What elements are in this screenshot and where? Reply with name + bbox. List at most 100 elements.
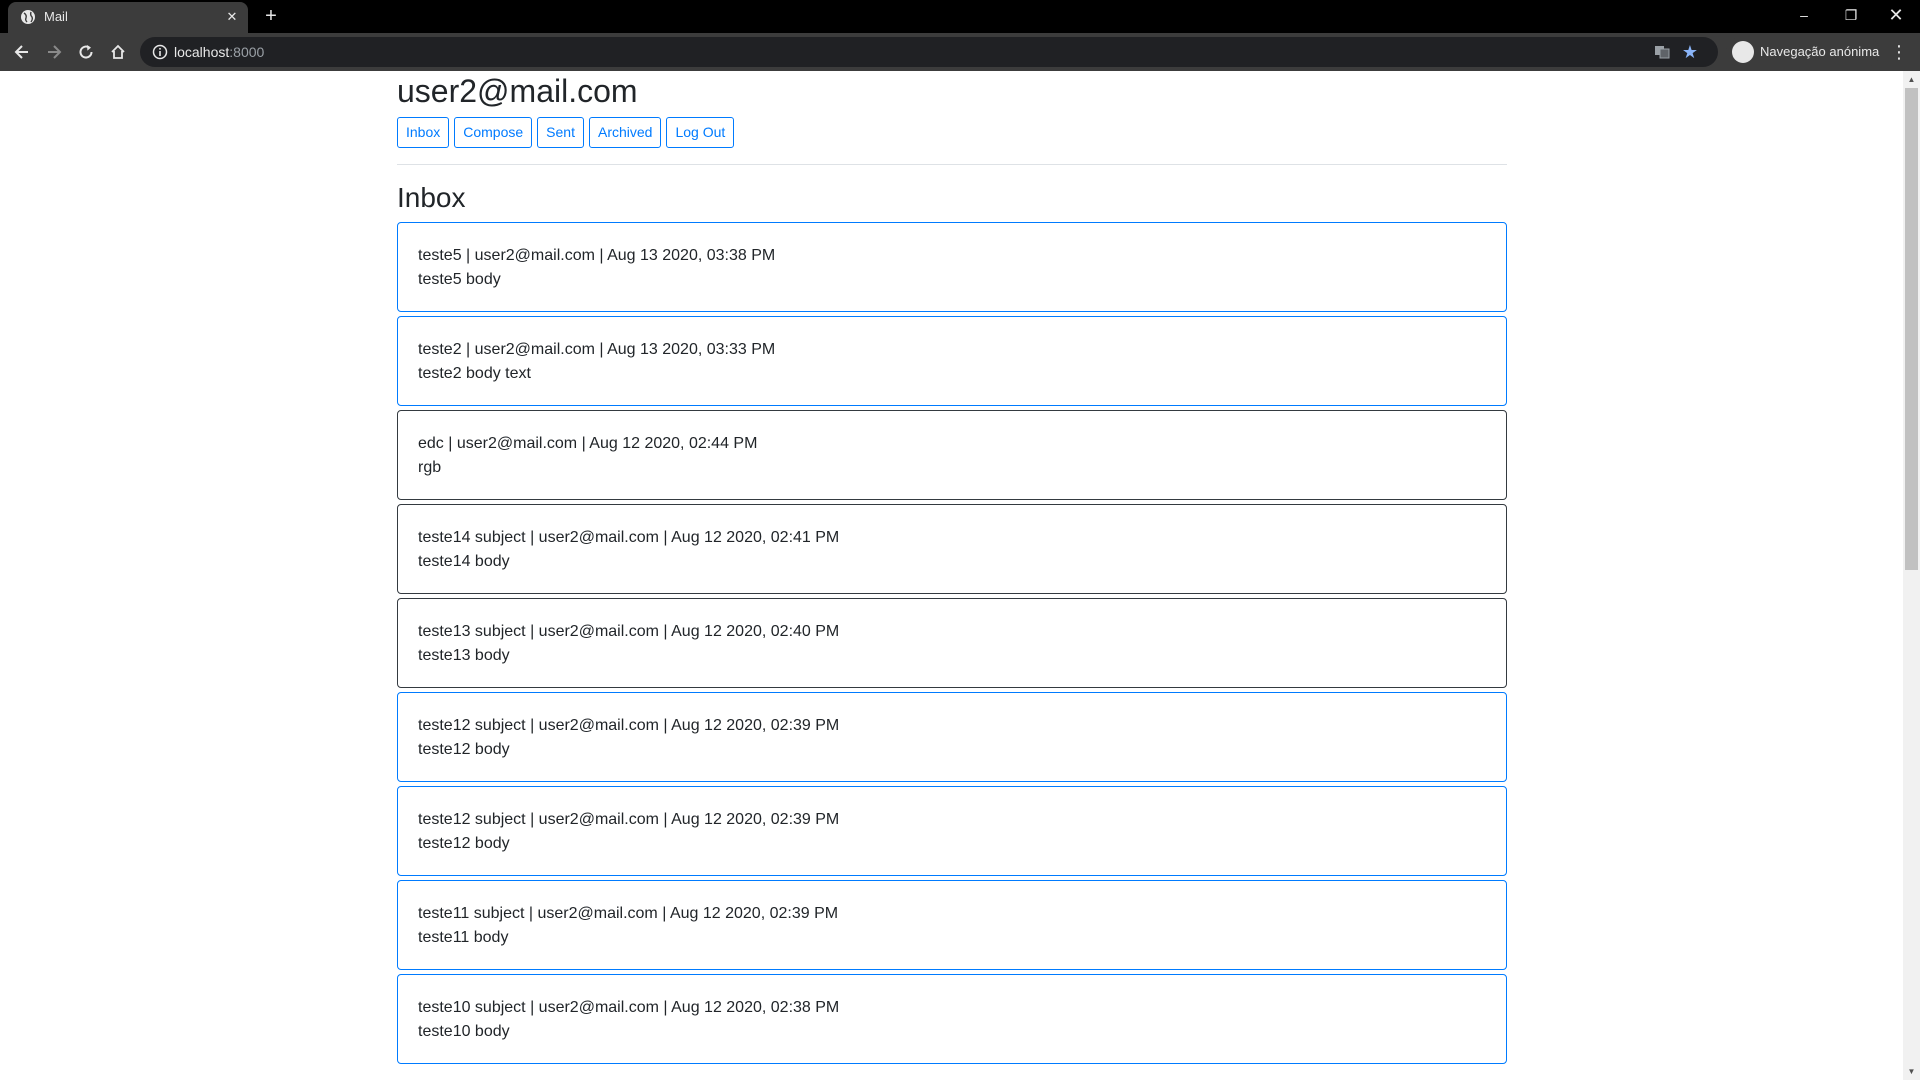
user-email-heading: user2@mail.com (397, 73, 638, 109)
email-timestamp: Aug 12 2020, 02:39 PM (671, 811, 840, 828)
scroll-down-icon[interactable]: ▼ (1903, 1063, 1920, 1080)
email-item[interactable]: teste11 subject | user2@mail.com | Aug 1… (397, 880, 1507, 970)
browser-toolbar: localhost:8000 ★ Navegação anónima ⋮ (0, 33, 1920, 71)
separator: | (657, 905, 670, 922)
incognito-icon (1732, 41, 1754, 63)
email-body: teste2 body text (418, 365, 531, 382)
email-header: edc | user2@mail.com | Aug 12 2020, 02:4… (418, 435, 757, 453)
new-tab-icon[interactable]: + (258, 4, 284, 30)
sent-button[interactable]: Sent (537, 117, 584, 148)
email-header: teste13 subject | user2@mail.com | Aug 1… (418, 623, 839, 641)
email-subject: teste11 subject (418, 905, 525, 922)
email-item[interactable]: teste12 subject | user2@mail.com | Aug 1… (397, 692, 1507, 782)
url-text: localhost:8000 (174, 44, 264, 60)
email-subject: edc (418, 435, 444, 452)
separator: | (594, 247, 608, 264)
home-icon[interactable] (104, 38, 132, 66)
email-timestamp: Aug 12 2020, 02:40 PM (671, 623, 840, 640)
email-subject: teste12 subject (418, 717, 526, 734)
url-port: :8000 (229, 44, 265, 60)
back-icon[interactable] (8, 38, 36, 66)
email-subject: teste12 subject (418, 811, 526, 828)
email-subject: teste10 subject (418, 999, 526, 1016)
minimize-icon[interactable]: – (1782, 0, 1826, 30)
email-item[interactable]: teste14 subject | user2@mail.com | Aug 1… (397, 504, 1507, 594)
separator: | (525, 529, 539, 546)
email-body: teste13 body (418, 647, 510, 664)
email-header: teste12 subject | user2@mail.com | Aug 1… (418, 717, 839, 735)
email-subject: teste14 subject (418, 529, 526, 546)
email-header: teste11 subject | user2@mail.com | Aug 1… (418, 905, 838, 923)
separator: | (525, 999, 539, 1016)
restore-icon[interactable]: ❐ (1829, 0, 1873, 30)
separator: | (525, 623, 539, 640)
forward-icon[interactable] (40, 38, 68, 66)
email-timestamp: Aug 13 2020, 03:38 PM (607, 247, 776, 264)
email-subject: teste2 (418, 341, 462, 358)
email-item[interactable]: teste13 subject | user2@mail.com | Aug 1… (397, 598, 1507, 688)
page-viewport: user2@mail.com Inbox Compose Sent Archiv… (0, 71, 1903, 1080)
divider (397, 164, 1507, 165)
email-timestamp: Aug 12 2020, 02:38 PM (671, 999, 840, 1016)
email-header: teste5 | user2@mail.com | Aug 13 2020, 0… (418, 247, 775, 265)
email-item[interactable]: teste10 subject | user2@mail.com | Aug 1… (397, 974, 1507, 1064)
url-host: localhost (174, 44, 230, 60)
compose-button[interactable]: Compose (454, 117, 533, 148)
close-tab-icon[interactable]: ✕ (222, 7, 242, 27)
separator: | (461, 247, 475, 264)
bookmark-star-icon[interactable]: ★ (1680, 42, 1700, 62)
inbox-button[interactable]: Inbox (397, 117, 450, 148)
separator: | (525, 811, 539, 828)
email-subject: teste13 subject (418, 623, 526, 640)
close-window-icon[interactable]: ✕ (1874, 0, 1918, 30)
email-sender: user2@mail.com (537, 905, 658, 922)
email-header: teste12 subject | user2@mail.com | Aug 1… (418, 811, 839, 829)
email-item[interactable]: teste12 subject | user2@mail.com | Aug 1… (397, 786, 1507, 876)
separator: | (658, 999, 672, 1016)
separator: | (524, 905, 538, 922)
email-timestamp: Aug 12 2020, 02:44 PM (589, 435, 758, 452)
separator: | (577, 435, 590, 452)
reload-icon[interactable] (72, 38, 100, 66)
email-timestamp: Aug 12 2020, 02:39 PM (671, 717, 840, 734)
separator: | (658, 623, 672, 640)
mail-nav: Inbox Compose Sent Archived Log Out (397, 117, 735, 148)
email-body: teste10 body (418, 1023, 510, 1040)
email-item[interactable]: teste2 | user2@mail.com | Aug 13 2020, 0… (397, 316, 1507, 406)
address-bar[interactable]: localhost:8000 ★ (140, 37, 1718, 67)
email-header: teste14 subject | user2@mail.com | Aug 1… (418, 529, 839, 547)
tab-title: Mail (44, 9, 68, 24)
email-body: teste11 body (418, 929, 509, 946)
email-item[interactable]: edc | user2@mail.com | Aug 12 2020, 02:4… (397, 410, 1507, 500)
email-body: teste12 body (418, 741, 510, 758)
browser-titlebar: Mail ✕ + – ❐ ✕ (0, 0, 1920, 33)
email-sender: user2@mail.com (538, 717, 659, 734)
separator: | (525, 717, 539, 734)
email-body: teste12 body (418, 835, 510, 852)
separator: | (658, 811, 672, 828)
email-sender: user2@mail.com (538, 999, 659, 1016)
scroll-up-icon[interactable]: ▲ (1903, 71, 1920, 88)
page-scrollbar[interactable]: ▲ ▼ (1903, 71, 1920, 1080)
email-sender: user2@mail.com (538, 811, 659, 828)
separator: | (461, 341, 475, 358)
email-body: teste5 body (418, 271, 501, 288)
email-item[interactable]: teste5 | user2@mail.com | Aug 13 2020, 0… (397, 222, 1507, 312)
logout-button[interactable]: Log Out (666, 117, 735, 148)
archived-button[interactable]: Archived (588, 117, 662, 148)
email-sender: user2@mail.com (538, 529, 659, 546)
info-icon[interactable] (152, 44, 168, 60)
email-sender: user2@mail.com (474, 247, 595, 264)
browser-tab[interactable]: Mail ✕ (8, 2, 248, 33)
email-header: teste2 | user2@mail.com | Aug 13 2020, 0… (418, 341, 775, 359)
scroll-thumb[interactable] (1905, 88, 1918, 570)
email-sender: user2@mail.com (456, 435, 578, 452)
email-list: teste5 | user2@mail.com | Aug 13 2020, 0… (397, 222, 1507, 1068)
translate-icon[interactable] (1654, 44, 1670, 60)
separator: | (658, 717, 672, 734)
separator: | (443, 435, 457, 452)
browser-menu-icon[interactable]: ⋮ (1886, 38, 1912, 66)
mailbox-title: Inbox (397, 182, 466, 213)
email-body: teste14 body (418, 553, 510, 570)
incognito-indicator[interactable]: Navegação anónima (1726, 37, 1880, 67)
